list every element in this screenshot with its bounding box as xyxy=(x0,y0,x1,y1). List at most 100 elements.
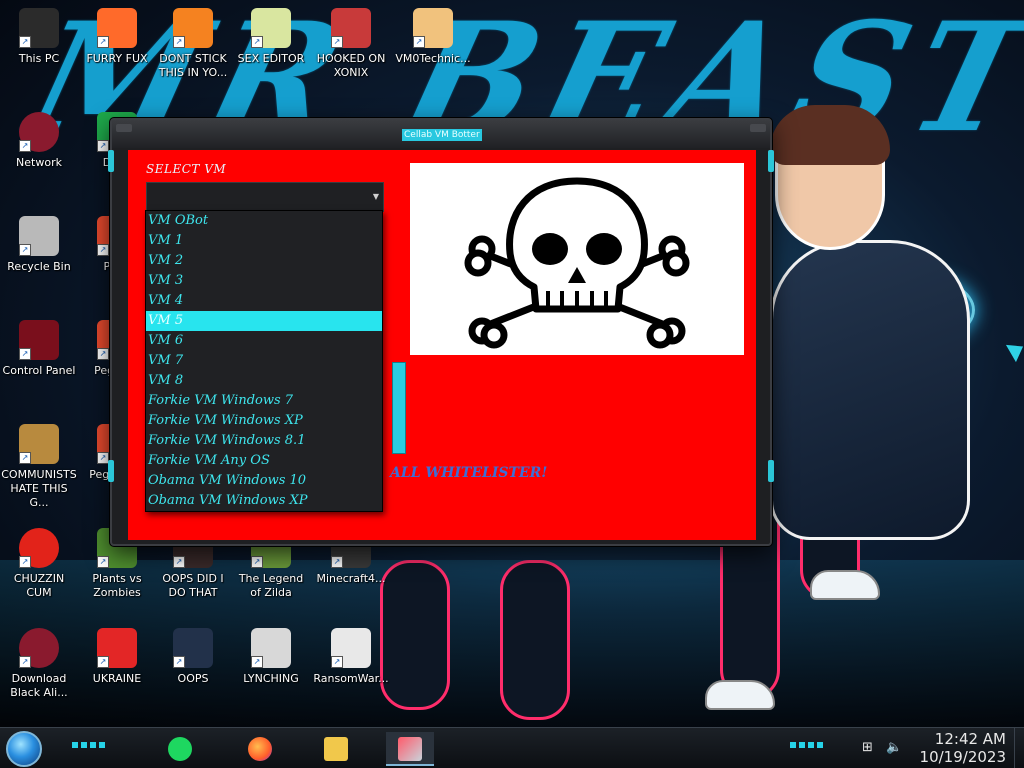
desktop-icon[interactable]: ↗ HOOKED ON XONIX xyxy=(312,8,390,80)
shortcut-arrow-icon: ↗ xyxy=(19,656,31,668)
show-desktop-button[interactable] xyxy=(1014,728,1024,768)
dropdown-option[interactable]: VM 4 xyxy=(146,291,382,311)
network-tray-icon[interactable]: ⊞ xyxy=(862,740,873,756)
window-title: Cellab VM Botter xyxy=(402,129,482,141)
window-title-bar[interactable]: Cellab VM Botter xyxy=(112,120,770,148)
taskbar-accent xyxy=(790,742,824,748)
desktop-icon-label: Control Panel xyxy=(2,364,76,377)
dropdown-option[interactable]: VM 6 xyxy=(146,331,382,351)
dropdown-option[interactable]: VM 3 xyxy=(146,271,382,291)
computer-icon: ↗ xyxy=(19,8,59,48)
shortcut-arrow-icon: ↗ xyxy=(19,36,31,48)
desktop-icon-label: UKRAINE xyxy=(92,672,142,685)
dropdown-option[interactable]: VM 1 xyxy=(146,231,382,251)
dropdown-option[interactable]: Forkie VM Windows 8.1 xyxy=(146,431,382,451)
desktop-icon-label: FURRY FUX xyxy=(86,52,148,65)
firefox-icon xyxy=(248,737,272,761)
frame-accent xyxy=(768,150,774,172)
desktop-icon[interactable]: ↗ Download Black Ali... xyxy=(0,628,78,700)
clock-date[interactable]: 10/19/2023 xyxy=(920,748,1006,766)
dropdown-option[interactable]: Forkie VM Any OS xyxy=(146,451,382,471)
taskbar-app-file-explorer[interactable] xyxy=(312,732,360,766)
money-bag-icon: ↗ xyxy=(19,424,59,464)
frame-accent xyxy=(108,150,114,172)
chevron-down-icon[interactable]: ▼ xyxy=(369,183,383,211)
volume-icon[interactable]: 🔈 xyxy=(886,740,902,756)
taskbar-app-vm-botter[interactable] xyxy=(386,732,434,766)
desktop-icon[interactable]: ↗ Recycle Bin xyxy=(0,216,78,274)
desktop-icon-label: COMMUNISTS HATE THIS G... xyxy=(1,468,77,509)
desktop-icon[interactable]: ↗ LYNCHING xyxy=(232,628,310,686)
desktop-icon-label: SEX EDITOR xyxy=(237,52,305,65)
shortcut-arrow-icon: ↗ xyxy=(251,556,263,568)
frame-corner xyxy=(116,124,132,132)
folder-icon xyxy=(324,737,348,761)
shortcut-arrow-icon: ↗ xyxy=(331,36,343,48)
gear-box-icon: ↗ xyxy=(173,628,213,668)
desktop-icon[interactable]: ↗ OOPS xyxy=(154,628,232,686)
vm-dropdown-list[interactable]: VM OBot VM 1 VM 2 VM 3 VM 4 VM 5 VM 6 VM 7 VM 8F… xyxy=(145,210,383,512)
skull-and-crossbones-icon xyxy=(464,177,690,349)
dropdown-option[interactable]: VM 8 xyxy=(146,371,382,391)
skull-icon: ↗ xyxy=(331,628,371,668)
desktop-icon[interactable]: ↗ Control Panel xyxy=(0,320,78,378)
dropdown-option[interactable]: Forkie VM Windows 7 xyxy=(146,391,382,411)
desktop-icon-label: RansomWar... xyxy=(313,672,389,685)
dropdown-option[interactable]: VM 5 xyxy=(146,311,382,331)
taskbar-app-spotify[interactable] xyxy=(156,732,204,766)
desktop-icon[interactable]: ↗ COMMUNISTS HATE THIS G... xyxy=(0,424,78,510)
desktop-icon[interactable]: ↗ CHUZZIN CUM xyxy=(0,528,78,600)
character-body xyxy=(770,240,970,540)
shortcut-arrow-icon: ↗ xyxy=(331,656,343,668)
shortcut-arrow-icon: ↗ xyxy=(97,36,109,48)
dropdown-option[interactable]: Forkie VM Windows XP xyxy=(146,411,382,431)
desktop-icon-label: OOPS xyxy=(177,672,209,685)
radiation-icon: ↗ xyxy=(97,628,137,668)
character-shoe xyxy=(705,680,775,710)
desktop-icon-label: Plants vs Zombies xyxy=(92,572,142,599)
desktop-icon-label: Recycle Bin xyxy=(7,260,71,273)
shortcut-arrow-icon: ↗ xyxy=(19,348,31,360)
desktop-icon-label: This PC xyxy=(18,52,60,65)
frame-corner xyxy=(750,124,766,132)
hxd-icon: ↗ xyxy=(251,8,291,48)
desktop-icon[interactable]: ↗ Network xyxy=(0,112,78,170)
status-text: ALL WHITELISTER! xyxy=(390,465,548,481)
clock-time[interactable]: 12:42 AM xyxy=(935,730,1006,748)
vm-botter-icon xyxy=(398,737,422,761)
firefox-icon: ↗ xyxy=(97,8,137,48)
figure-leg xyxy=(380,560,450,710)
desktop-icon[interactable]: ↗ RansomWar... xyxy=(312,628,390,686)
desktop-icon-label: Download Black Ali... xyxy=(10,672,68,699)
start-button[interactable] xyxy=(6,731,42,767)
shortcut-arrow-icon: ↗ xyxy=(97,348,109,360)
shortcut-arrow-icon: ↗ xyxy=(97,244,109,256)
rope-icon: ↗ xyxy=(251,628,291,668)
dropdown-option[interactable]: VM 2 xyxy=(146,251,382,271)
taskbar: ⊞ 🔈 12:42 AM 10/19/2023 xyxy=(0,727,1024,768)
character-hair xyxy=(770,105,890,165)
taskbar-app-firefox[interactable] xyxy=(236,732,284,766)
action-button[interactable] xyxy=(392,362,406,454)
system-tray: ⊞ 🔈 12:42 AM 10/19/2023 xyxy=(854,728,1024,768)
desktop-icon[interactable]: ↗ SEX EDITOR xyxy=(232,8,310,66)
vlc-cone-icon: ↗ xyxy=(173,8,213,48)
orb-icon: ↗ xyxy=(19,628,59,668)
shortcut-arrow-icon: ↗ xyxy=(19,140,31,152)
desktop-icon-label: Minecraft4... xyxy=(316,572,386,585)
desktop-icon[interactable]: ↗ DONT STICK THIS IN YO... xyxy=(154,8,232,80)
desktop-icon[interactable]: ↗ FURRY FUX xyxy=(78,8,156,66)
shortcut-arrow-icon: ↗ xyxy=(173,556,185,568)
desktop-icon[interactable]: ↗ VM0Technic... xyxy=(394,8,472,66)
dropdown-option[interactable]: VM OBot xyxy=(146,211,382,231)
desktop-icon[interactable]: ↗ UKRAINE xyxy=(78,628,156,686)
dropdown-option[interactable]: VM 7 xyxy=(146,351,382,371)
desktop-icon-label: HOOKED ON XONIX xyxy=(316,52,386,79)
desktop-icon[interactable]: ↗ This PC xyxy=(0,8,78,66)
shortcut-arrow-icon: ↗ xyxy=(19,452,31,464)
dropdown-option[interactable]: Obama VM Windows 10 xyxy=(146,471,382,491)
dropdown-option[interactable]: Obama VM Windows XP xyxy=(146,491,382,511)
desktop-icon-label: CHUZZIN CUM xyxy=(13,572,65,599)
vm-select-combobox[interactable]: ▼ xyxy=(146,182,384,212)
recycle-bin-icon: ↗ xyxy=(19,216,59,256)
